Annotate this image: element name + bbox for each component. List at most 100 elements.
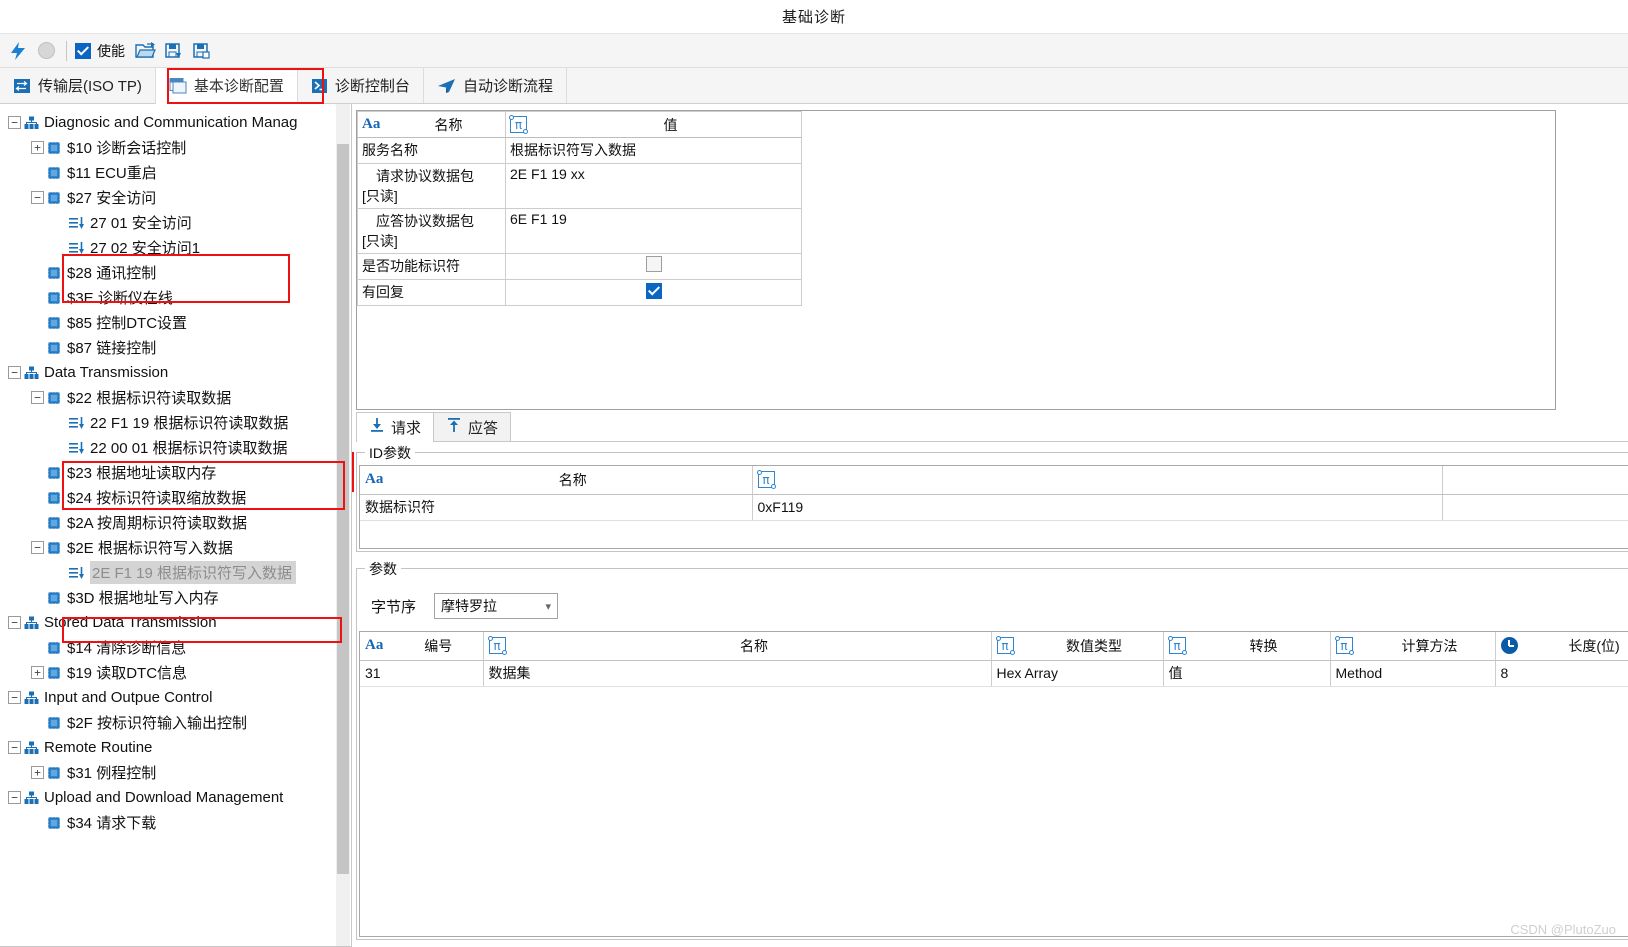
service-properties-grid[interactable]: Aa 名称 π 值 服务名称 根据标识符写入数据 请求协议数据包 [只读] 2E… — [356, 110, 1556, 410]
tree-node[interactable]: + $10 诊断会话控制 — [0, 135, 351, 160]
id-param-value[interactable]: 0xF119 — [752, 494, 1443, 521]
param-cell-name[interactable]: 数据集 — [483, 660, 992, 687]
service-icon — [44, 591, 64, 605]
tree-node[interactable]: $85 控制DTC设置 — [0, 310, 351, 335]
table-row[interactable]: 服务名称 根据标识符写入数据 — [357, 137, 802, 164]
tree-node-label: $28 通讯控制 — [67, 265, 157, 282]
group-icon — [21, 791, 41, 805]
expand-icon[interactable]: + — [31, 666, 44, 679]
tab-transport-layer[interactable]: 传输层(ISO TP) — [0, 68, 156, 103]
property-value[interactable]: 2E F1 19 xx — [505, 163, 802, 209]
status-circle-icon[interactable] — [32, 37, 60, 65]
functional-identifier-checkbox[interactable] — [645, 256, 662, 272]
table-row[interactable]: 数据标识符 0xF119 — [360, 494, 1628, 521]
tree-node[interactable]: − Stored Data Transmission — [0, 610, 351, 635]
tree-node[interactable]: 27 01 安全访问 — [0, 210, 351, 235]
table-row[interactable]: 是否功能标识符 — [357, 253, 802, 280]
tree-node[interactable]: 22 00 01 根据标识符读取数据 — [0, 435, 351, 460]
save-as-icon[interactable] — [187, 37, 215, 65]
property-value[interactable] — [505, 279, 802, 306]
tab-basic-diagnostic-config[interactable]: 基本诊断配置 — [155, 68, 298, 104]
request-response-tab-bar: 请求 应答 — [356, 412, 1628, 442]
has-reply-checkbox[interactable] — [645, 282, 662, 299]
tree-node[interactable]: + $19 读取DTC信息 — [0, 660, 351, 685]
tree-node[interactable]: $23 根据地址读取内存 — [0, 460, 351, 485]
tree-node[interactable]: $3E 诊断仪在线 — [0, 285, 351, 310]
id-parameters-group: ID参数 Aa 名称 π 数据标识符 0xF119 — [356, 443, 1628, 552]
table-row[interactable]: 请求协议数据包 [只读] 2E F1 19 xx — [357, 163, 802, 209]
tree-node-label: $34 请求下载 — [67, 815, 157, 832]
tree-node[interactable]: $34 请求下载 — [0, 810, 351, 835]
collapse-icon[interactable]: − — [31, 541, 44, 554]
property-name-line1: 应答协议数据包 — [376, 213, 474, 229]
table-row[interactable]: 31 数据集 Hex Array 值 Method 8 00 — [360, 660, 1628, 687]
expand-icon[interactable]: + — [31, 141, 44, 154]
service-icon — [44, 141, 64, 155]
tree-node[interactable]: $2A 按周期标识符读取数据 — [0, 510, 351, 535]
open-folder-icon[interactable] — [131, 37, 159, 65]
param-cell-valuetype[interactable]: Hex Array — [991, 660, 1164, 687]
enable-checkbox-label: 使能 — [97, 42, 125, 59]
tree-vertical-scrollbar[interactable] — [336, 104, 350, 946]
collapse-icon[interactable]: − — [8, 791, 21, 804]
id-parameters-grid[interactable]: Aa 名称 π 值 — [359, 465, 1628, 549]
service-tree-panel[interactable]: − Diagnosic and Communication Manag + $10 诊… — [0, 104, 352, 947]
expand-icon[interactable]: + — [31, 766, 44, 779]
tree-node[interactable]: − Remote Routine — [0, 735, 351, 760]
lightning-bolt-icon[interactable] — [4, 37, 32, 65]
collapse-icon[interactable]: − — [8, 616, 21, 629]
property-value[interactable] — [505, 253, 802, 280]
param-cell-conversion[interactable]: 值 — [1163, 660, 1331, 687]
collapse-icon[interactable]: − — [31, 391, 44, 404]
table-row[interactable]: 应答协议数据包 [只读] 6E F1 19 — [357, 208, 802, 254]
tree-node[interactable]: $2F 按标识符输入输出控制 — [0, 710, 351, 735]
tab-response[interactable]: 应答 — [433, 412, 512, 441]
tree-node[interactable]: $11 ECU重启 — [0, 160, 351, 185]
tree-node[interactable]: − Input and Outpue Control — [0, 685, 351, 710]
property-value[interactable]: 6E F1 19 — [505, 208, 802, 254]
tree-node[interactable]: − Diagnosic and Communication Manag — [0, 110, 351, 135]
collapse-icon[interactable]: − — [8, 691, 21, 704]
param-cell-method[interactable]: Method — [1330, 660, 1496, 687]
collapse-icon[interactable]: − — [8, 116, 21, 129]
table-row[interactable]: 有回复 — [357, 279, 802, 306]
tab-auto-diagnostic-flow[interactable]: 自动诊断流程 — [423, 68, 567, 103]
tree-node[interactable]: − Upload and Download Management — [0, 785, 351, 810]
property-value[interactable]: 根据标识符写入数据 — [505, 137, 802, 164]
tree-node[interactable]: − $27 安全访问 — [0, 185, 351, 210]
tree-node[interactable]: + $31 例程控制 — [0, 760, 351, 785]
collapse-icon[interactable]: − — [8, 366, 21, 379]
tree-node[interactable]: $14 清除诊断信息 — [0, 635, 351, 660]
tree-scrollbar-thumb[interactable] — [337, 144, 349, 874]
tree-node[interactable]: $3D 根据地址写入内存 — [0, 585, 351, 610]
tree-node-label: $31 例程控制 — [67, 765, 157, 782]
tree-node[interactable]: − Data Transmission — [0, 360, 351, 385]
tab-diagnostic-console[interactable]: 诊断控制台 — [297, 68, 424, 103]
tree-node[interactable]: $87 链接控制 — [0, 335, 351, 360]
collapse-icon[interactable]: − — [8, 741, 21, 754]
param-cell-number[interactable]: 31 — [360, 660, 484, 687]
tree-node-expander-placeholder — [31, 166, 44, 179]
parameters-grid[interactable]: Aa 编号 π 名称 π 数值类型 π 转换 π 计算方法 长度(位) 31 数… — [359, 631, 1628, 937]
tree-node[interactable]: $24 按标识符读取缩放数据 — [0, 485, 351, 510]
toolbar-separator — [66, 40, 67, 61]
param-cell-length[interactable]: 8 — [1495, 660, 1628, 687]
id-param-extra — [1442, 494, 1628, 521]
collapse-icon[interactable]: − — [31, 191, 44, 204]
id-header-name-label: 名称 — [558, 471, 587, 488]
tree-node[interactable]: 27 02 安全访问1 — [0, 235, 351, 260]
byte-order-select[interactable]: 摩特罗拉 ▾ — [434, 593, 559, 619]
service-icon — [44, 816, 64, 830]
tree-node[interactable]: − $2E 根据标识符写入数据 — [0, 535, 351, 560]
param-col-header-conversion: π 转换 — [1163, 632, 1331, 661]
service-icon — [44, 341, 64, 355]
enable-checkbox[interactable]: 使能 — [75, 41, 125, 61]
save-icon[interactable] — [159, 37, 187, 65]
property-name: 请求协议数据包 [只读] — [357, 163, 506, 209]
tab-request[interactable]: 请求 — [356, 412, 435, 442]
tree-node[interactable]: − $22 根据标识符读取数据 — [0, 385, 351, 410]
tree-node[interactable]: $28 通讯控制 — [0, 260, 351, 285]
tree-node[interactable]: 22 F1 19 根据标识符读取数据 — [0, 410, 351, 435]
tree-node[interactable]: 2E F1 19 根据标识符写入数据 — [0, 560, 351, 585]
status-circle-shape — [37, 42, 55, 59]
